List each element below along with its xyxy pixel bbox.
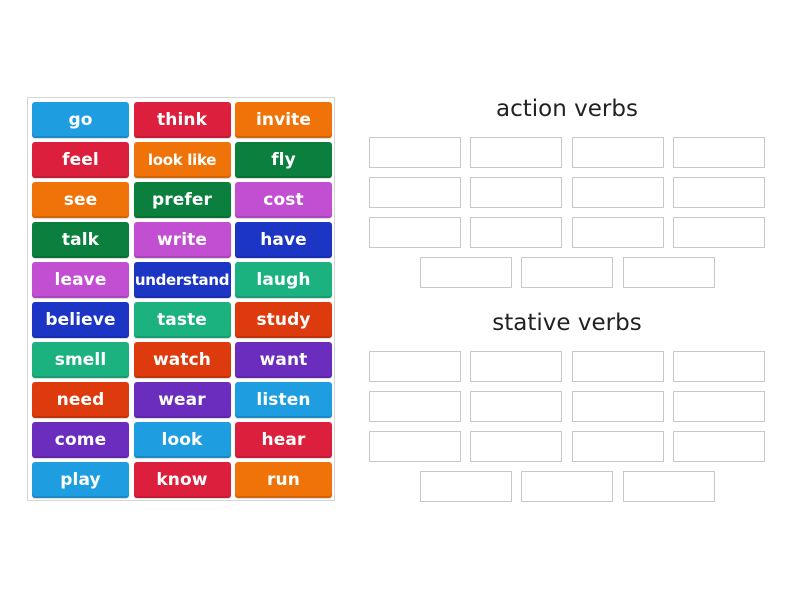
drop-slot[interactable] bbox=[470, 217, 563, 248]
drop-slot[interactable] bbox=[672, 177, 765, 208]
drop-slot[interactable] bbox=[420, 471, 512, 502]
drop-slot[interactable] bbox=[672, 351, 765, 382]
drop-slot[interactable] bbox=[521, 471, 614, 502]
drop-slot[interactable] bbox=[420, 257, 512, 288]
word-tile-come[interactable]: come bbox=[32, 422, 129, 458]
drop-slot[interactable] bbox=[369, 217, 461, 248]
drop-slot[interactable] bbox=[672, 217, 765, 248]
drop-slot[interactable] bbox=[672, 431, 765, 462]
drop-slot[interactable] bbox=[369, 391, 461, 422]
word-tile-invite[interactable]: invite bbox=[235, 102, 332, 138]
word-tile-look[interactable]: look bbox=[133, 422, 231, 458]
drop-slot[interactable] bbox=[622, 471, 715, 502]
group-title-action-verbs: action verbs bbox=[496, 96, 638, 122]
word-tile-watch[interactable]: watch bbox=[133, 342, 231, 378]
word-tile-laugh[interactable]: laugh bbox=[235, 262, 332, 298]
group-title-stative-verbs: stative verbs bbox=[492, 310, 642, 336]
drop-slot[interactable] bbox=[470, 431, 563, 462]
drop-slot[interactable] bbox=[672, 391, 765, 422]
word-tile-listen[interactable]: listen bbox=[235, 382, 332, 418]
word-tile-know[interactable]: know bbox=[133, 462, 231, 498]
word-tile-prefer[interactable]: prefer bbox=[133, 182, 231, 218]
drop-slot[interactable] bbox=[369, 137, 461, 168]
word-tile-wear[interactable]: wear bbox=[133, 382, 231, 418]
word-tile-cost[interactable]: cost bbox=[235, 182, 332, 218]
drop-slot[interactable] bbox=[571, 351, 664, 382]
word-tile-need[interactable]: need bbox=[32, 382, 129, 418]
word-tile-smell[interactable]: smell bbox=[32, 342, 129, 378]
word-tile-taste[interactable]: taste bbox=[133, 302, 231, 338]
drop-slot[interactable] bbox=[470, 351, 563, 382]
word-tile-understand[interactable]: understand bbox=[133, 262, 231, 298]
word-tile-play[interactable]: play bbox=[32, 462, 129, 498]
word-tile-think[interactable]: think bbox=[133, 102, 231, 138]
drop-slot[interactable] bbox=[672, 137, 765, 168]
word-tile-study[interactable]: study bbox=[235, 302, 332, 338]
drop-slot[interactable] bbox=[571, 431, 664, 462]
drop-slot[interactable] bbox=[470, 177, 563, 208]
drop-slot[interactable] bbox=[470, 137, 563, 168]
drop-slot[interactable] bbox=[571, 391, 664, 422]
word-tile-write[interactable]: write bbox=[133, 222, 231, 258]
word-tile-believe[interactable]: believe bbox=[32, 302, 129, 338]
word-tile-talk[interactable]: talk bbox=[32, 222, 129, 258]
word-tile-want[interactable]: want bbox=[235, 342, 332, 378]
word-tile-hear[interactable]: hear bbox=[235, 422, 332, 458]
drop-slot[interactable] bbox=[571, 177, 664, 208]
word-tray: go think invite feel look like fly see prefer co… bbox=[27, 97, 335, 501]
word-tile-fly[interactable]: fly bbox=[235, 142, 332, 178]
word-tile-have[interactable]: have bbox=[235, 222, 332, 258]
word-tile-look-like[interactable]: look like bbox=[133, 142, 231, 178]
drop-slot[interactable] bbox=[521, 257, 614, 288]
drop-slot[interactable] bbox=[622, 257, 715, 288]
drop-slot[interactable] bbox=[470, 391, 563, 422]
drop-slot[interactable] bbox=[571, 137, 664, 168]
word-tile-leave[interactable]: leave bbox=[32, 262, 129, 298]
word-tile-go[interactable]: go bbox=[32, 102, 129, 138]
word-tile-see[interactable]: see bbox=[32, 182, 129, 218]
drop-slot[interactable] bbox=[369, 431, 461, 462]
word-tile-feel[interactable]: feel bbox=[32, 142, 129, 178]
drop-slot[interactable] bbox=[369, 351, 461, 382]
drop-slot[interactable] bbox=[571, 217, 664, 248]
word-tile-run[interactable]: run bbox=[235, 462, 332, 498]
drop-slot[interactable] bbox=[369, 177, 461, 208]
